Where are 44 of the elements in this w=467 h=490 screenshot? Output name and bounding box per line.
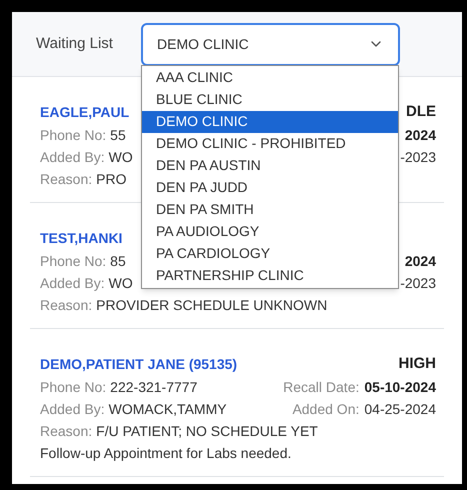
dropdown-option[interactable]: PA AUDIOLOGY xyxy=(142,220,398,242)
patient-name-link[interactable]: EAGLE,PAUL xyxy=(40,102,130,122)
patient-name-link[interactable]: TEST,HANKI xyxy=(40,228,122,248)
field-label: Added By: xyxy=(40,148,105,167)
field-value: 85 xyxy=(110,252,126,270)
field-label: Phone No: xyxy=(40,378,106,396)
dropdown-option[interactable]: PA CARDIOLOGY xyxy=(142,242,398,264)
field-value: F/U PATIENT; NO SCHEDULE YET xyxy=(96,422,318,440)
dropdown-option[interactable]: AAA CLINIC xyxy=(142,66,398,88)
field-value: WOMACK,TAMMY xyxy=(108,400,227,418)
field-label: Phone No: xyxy=(40,126,106,144)
field-label: Reason: xyxy=(40,422,92,440)
field-value: WO xyxy=(108,274,133,292)
date-value: 2024 xyxy=(404,252,436,270)
field-label: Recall Date: xyxy=(283,378,360,396)
field-value: -2023 xyxy=(400,148,436,166)
field-value: Follow-up Appointment for Labs needed. xyxy=(40,444,292,463)
date-value: 05-10-2024 xyxy=(364,378,436,396)
patient-name-link[interactable]: DEMO,PATIENT JANE (95135) xyxy=(40,354,238,374)
field-label: Reason: xyxy=(40,170,92,188)
dropdown-option[interactable]: DEN PA JUDD xyxy=(142,176,398,198)
field-value: PROVIDER SCHEDULE UNKNOWN xyxy=(96,296,328,314)
field-value: WO xyxy=(108,148,133,166)
priority-text: DLE xyxy=(406,102,436,122)
field-label: Added By: xyxy=(40,400,105,419)
field-label: Reason: xyxy=(40,296,92,314)
field-value: -2023 xyxy=(400,274,436,292)
field-value: 55 xyxy=(110,126,126,144)
dropdown-option[interactable]: DEMO CLINIC xyxy=(142,110,398,132)
dropdown-option[interactable]: BLUE CLINIC xyxy=(142,88,398,110)
dropdown-option[interactable]: PARTNERSHIP CLINIC xyxy=(142,264,398,286)
field-value: PRO xyxy=(96,170,126,188)
field-value: 04-25-2024 xyxy=(364,400,436,418)
field-label: Added On: xyxy=(292,400,360,418)
dropdown-option[interactable]: DEN PA AUSTIN xyxy=(142,154,398,176)
field-value: 222-321-7777 xyxy=(110,378,198,396)
date-value: 2024 xyxy=(404,126,436,144)
field-label: Added By: xyxy=(40,274,105,293)
dropdown-option[interactable]: DEMO CLINIC - PROHIBITED xyxy=(142,132,398,154)
field-label: Phone No: xyxy=(40,252,106,270)
waiting-list-label: Waiting List xyxy=(36,34,114,54)
priority-text: HIGH xyxy=(398,354,436,374)
clinic-select[interactable]: DEMO CLINIC xyxy=(141,22,400,66)
dropdown-option[interactable]: DEN PA SMITH xyxy=(142,198,398,220)
